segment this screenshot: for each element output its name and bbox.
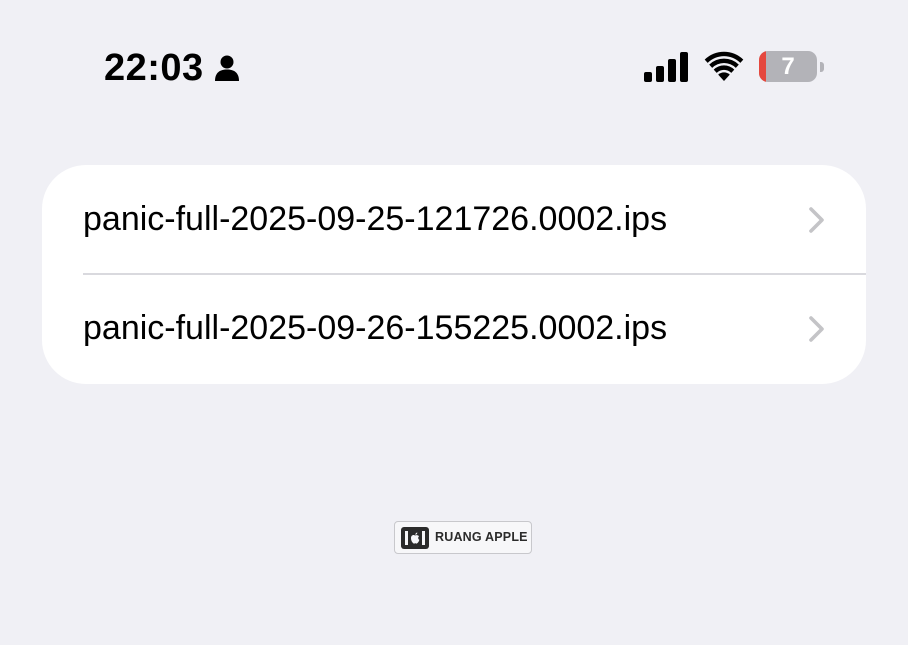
watermark-text: RUANG APPLE — [435, 530, 528, 544]
file-name: panic-full-2025-09-25-121726.0002.ips — [83, 200, 668, 238]
cellular-signal-icon — [644, 52, 688, 82]
ruang-apple-logo-icon — [401, 527, 429, 549]
battery-icon: 7 — [759, 51, 817, 82]
wifi-icon — [704, 51, 744, 81]
battery-cap — [820, 62, 824, 72]
person-icon — [215, 55, 239, 81]
chevron-right-icon — [809, 207, 824, 233]
status-time: 22:03 — [104, 47, 204, 89]
status-bar: 22:03 7 — [0, 0, 908, 130]
battery-level: 7 — [781, 53, 795, 80]
list-item[interactable]: panic-full-2025-09-25-121726.0002.ips — [42, 165, 866, 275]
screen: 22:03 7 panic-full-2025-09-25-121726.000… — [0, 0, 908, 645]
watermark: RUANG APPLE — [394, 521, 532, 554]
battery-body: 7 — [759, 51, 817, 82]
file-list: panic-full-2025-09-25-121726.0002.ips pa… — [42, 165, 866, 384]
file-name: panic-full-2025-09-26-155225.0002.ips — [83, 309, 668, 347]
list-item[interactable]: panic-full-2025-09-26-155225.0002.ips — [42, 274, 866, 382]
chevron-right-icon — [809, 316, 824, 342]
